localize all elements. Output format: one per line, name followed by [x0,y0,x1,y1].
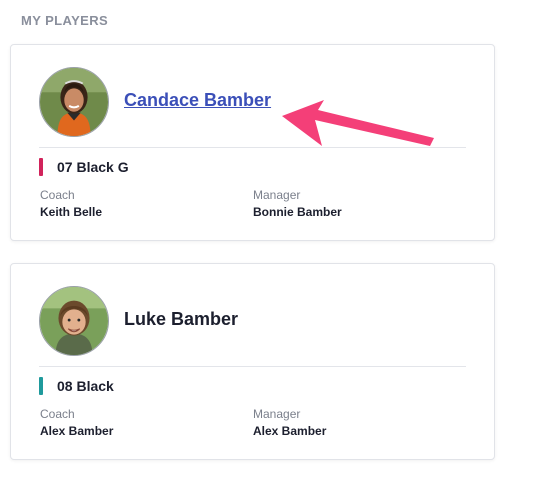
manager-info: Manager Alex Bamber [253,407,326,439]
section-title: MY PLAYERS [21,13,109,28]
coach-info: Coach Alex Bamber [40,407,113,439]
coach-name: Keith Belle [40,205,103,219]
manager-info: Manager Bonnie Bamber [253,188,342,220]
player-name-link[interactable]: Candace Bamber [124,90,271,111]
player-card: Luke Bamber 08 Black Coach Alex Bamber M… [10,263,495,460]
team-name: 07 Black G [57,159,129,175]
player-photo-icon [40,68,108,136]
player-photo-icon [40,287,108,355]
coach-info: Coach Keith Belle [40,188,102,220]
manager-label: Manager [253,407,301,421]
player-card: Candace Bamber 07 Black G Coach Keith Be… [10,44,495,241]
player-avatar[interactable] [39,67,109,137]
team-name: 08 Black [57,378,114,394]
coach-label: Coach [40,407,75,421]
player-avatar[interactable] [39,286,109,356]
manager-name: Bonnie Bamber [253,205,342,219]
divider [39,366,466,367]
team-color-bar [39,377,43,395]
player-name[interactable]: Luke Bamber [124,309,238,330]
team-color-bar [39,158,43,176]
manager-name: Alex Bamber [253,424,327,438]
coach-name: Alex Bamber [40,424,114,438]
team-row: 07 Black G [39,158,129,176]
team-row: 08 Black [39,377,114,395]
my-players-page: MY PLAYERS Candace Bamber 07 Black G Coa… [0,0,538,501]
divider [39,147,466,148]
manager-label: Manager [253,188,301,202]
coach-label: Coach [40,188,75,202]
